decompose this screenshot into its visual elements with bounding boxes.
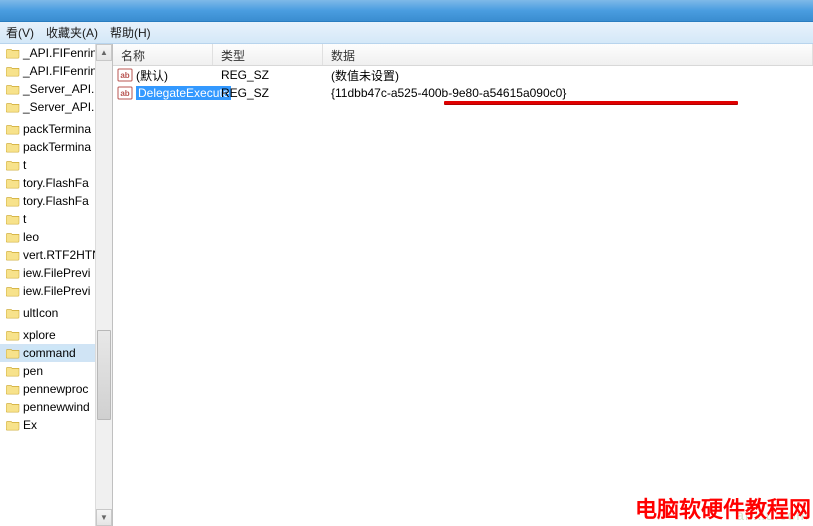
tree-item-label: packTermina bbox=[23, 122, 91, 136]
tree-item-label: iew.FilePrevi bbox=[23, 266, 90, 280]
scroll-up-button[interactable]: ▲ bbox=[96, 44, 112, 61]
menu-view[interactable]: 看(V) bbox=[0, 22, 40, 43]
reg-string-icon: ab bbox=[117, 68, 133, 82]
folder-icon bbox=[6, 307, 20, 319]
folder-icon bbox=[6, 101, 20, 113]
tree-item-label: _Server_API. bbox=[23, 82, 94, 96]
folder-icon bbox=[6, 401, 20, 413]
tree-item-label: packTermina bbox=[23, 140, 91, 154]
tree-item-label: vert.RTF2HTN bbox=[23, 248, 101, 262]
value-name: (默认) bbox=[136, 67, 168, 84]
sidebar-scrollbar[interactable]: ▲ ▼ bbox=[95, 44, 112, 526]
tree-item-label: t bbox=[23, 212, 26, 226]
col-header-name[interactable]: 名称 bbox=[113, 44, 213, 65]
folder-icon bbox=[6, 83, 20, 95]
folder-icon bbox=[6, 347, 20, 359]
folder-icon bbox=[6, 65, 20, 77]
tree-item-label: Ex bbox=[23, 418, 37, 432]
tree-item-label: ultIcon bbox=[23, 306, 58, 320]
tree-item-label: pennewwind bbox=[23, 400, 90, 414]
tree-item-label: t bbox=[23, 158, 26, 172]
menu-favorites[interactable]: 收藏夹(A) bbox=[40, 22, 104, 43]
watermark: 电脑软硬件教程网 bbox=[635, 492, 811, 524]
folder-icon bbox=[6, 47, 20, 59]
folder-icon bbox=[6, 285, 20, 297]
folder-icon bbox=[6, 249, 20, 261]
registry-values-pane: 名称 类型 数据 ab (默认) REG_SZ(数值未设置)abDelegateEx… bbox=[113, 44, 813, 526]
folder-icon bbox=[6, 195, 20, 207]
folder-icon bbox=[6, 267, 20, 279]
tree-item-label: command bbox=[23, 346, 76, 360]
folder-icon bbox=[6, 329, 20, 341]
tree-item-label: tory.FlashFa bbox=[23, 194, 89, 208]
tree-item-label: xplore bbox=[23, 328, 56, 342]
scroll-thumb[interactable] bbox=[97, 330, 111, 420]
scroll-track[interactable] bbox=[96, 61, 112, 509]
tree-sidebar: _API.FIFenrin _API.FIFenrin _Server_API. _S… bbox=[0, 44, 113, 526]
tree-item-label: pennewproc bbox=[23, 382, 88, 396]
folder-icon bbox=[6, 213, 20, 225]
folder-icon bbox=[6, 141, 20, 153]
tree-item-label: _API.FIFenrin bbox=[23, 64, 97, 78]
tree-item-label: tory.FlashFa bbox=[23, 176, 89, 190]
menu-help[interactable]: 帮助(H) bbox=[104, 22, 157, 43]
col-header-data[interactable]: 数据 bbox=[323, 44, 813, 65]
tree-item-label: leo bbox=[23, 230, 39, 244]
value-data: (数值未设置) bbox=[323, 67, 813, 84]
title-bar bbox=[0, 0, 813, 22]
reg-string-icon: ab bbox=[117, 86, 133, 100]
folder-icon bbox=[6, 383, 20, 395]
tree-item-label: _API.FIFenrin bbox=[23, 46, 97, 60]
folder-icon bbox=[6, 123, 20, 135]
menu-bar: 看(V) 收藏夹(A) 帮助(H) bbox=[0, 22, 813, 44]
folder-icon bbox=[6, 231, 20, 243]
tree-item-label: iew.FilePrevi bbox=[23, 284, 90, 298]
svg-text:ab: ab bbox=[120, 71, 129, 80]
folder-icon bbox=[6, 177, 20, 189]
registry-value-row[interactable]: ab (默认) REG_SZ(数值未设置) bbox=[113, 66, 813, 84]
scroll-down-button[interactable]: ▼ bbox=[96, 509, 112, 526]
tree-item-label: pen bbox=[23, 364, 43, 378]
folder-icon bbox=[6, 365, 20, 377]
col-header-type[interactable]: 类型 bbox=[213, 44, 323, 65]
folder-icon bbox=[6, 419, 20, 431]
column-headers: 名称 类型 数据 bbox=[113, 44, 813, 66]
registry-value-row[interactable]: abDelegateExecuteREG_SZ{11dbb47c-a525-40… bbox=[113, 84, 813, 102]
tree-item-label: _Server_API. bbox=[23, 100, 94, 114]
svg-text:ab: ab bbox=[120, 89, 129, 98]
annotation-underline bbox=[444, 101, 738, 104]
value-type: REG_SZ bbox=[213, 68, 323, 82]
value-type: REG_SZ bbox=[213, 86, 323, 100]
value-data: {11dbb47c-a525-400b-9e80-a54615a090c0} bbox=[323, 86, 813, 100]
folder-icon bbox=[6, 159, 20, 171]
